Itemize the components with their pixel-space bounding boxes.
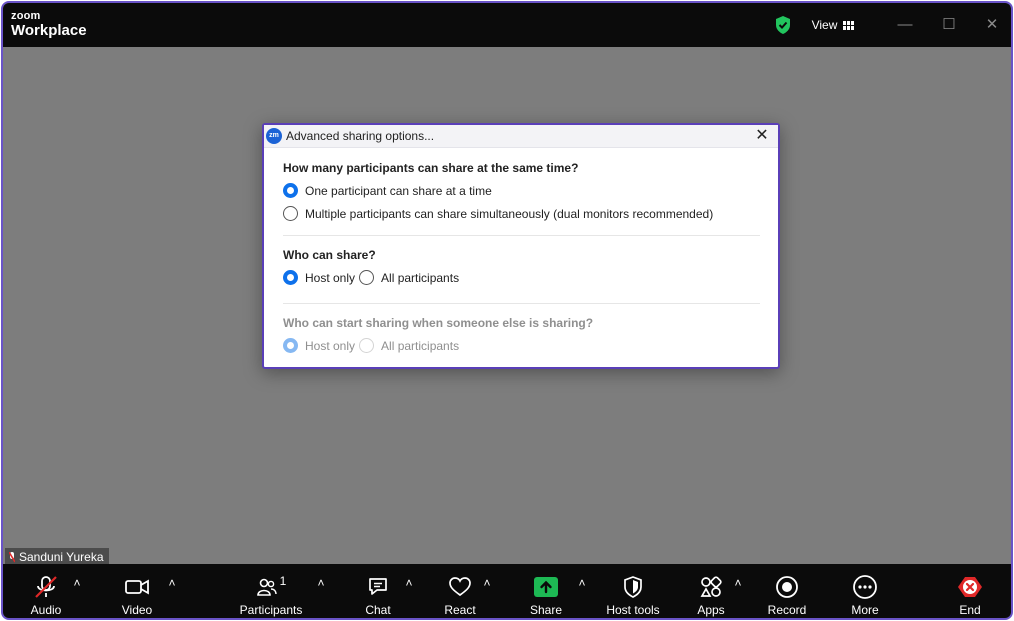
radio-all-participants[interactable] bbox=[359, 270, 375, 285]
icon-wrap bbox=[775, 572, 799, 602]
option-multiple-participants[interactable]: Multiple participants can share simultan… bbox=[283, 206, 760, 221]
option-label: One participant can share at a time bbox=[305, 183, 492, 198]
meeting-toolbar: Audio ˄ Video ˄ 1 Participants ˄ Chat ˄ … bbox=[3, 564, 1011, 618]
who-can-share-section: Who can share? Host only All participant… bbox=[283, 248, 760, 285]
heart-icon bbox=[449, 577, 471, 597]
title-bar: zoom Workplace View — ☐ ✕ bbox=[3, 3, 1011, 47]
icon-wrap bbox=[534, 572, 558, 602]
icon-wrap bbox=[366, 572, 390, 602]
share-screen-icon bbox=[534, 577, 558, 597]
apps-icon bbox=[700, 576, 722, 597]
radio-host-only-disabled bbox=[283, 338, 298, 353]
dialog-close-icon[interactable]: ✕ bbox=[752, 126, 772, 146]
audio-options-caret-icon[interactable]: ˄ bbox=[71, 576, 83, 590]
video-camera-icon bbox=[125, 579, 149, 595]
dialog-title: Advanced sharing options... bbox=[286, 129, 435, 143]
chat-button[interactable]: Chat bbox=[360, 564, 396, 618]
end-meeting-button[interactable]: End bbox=[953, 564, 987, 618]
host-shield-icon bbox=[624, 576, 642, 598]
share-options-caret-icon[interactable]: ˄ bbox=[576, 576, 588, 590]
view-label: View bbox=[811, 18, 838, 32]
option-label: Multiple participants can share simultan… bbox=[305, 206, 714, 221]
option-one-participant[interactable]: One participant can share at a time bbox=[283, 183, 760, 198]
more-button[interactable]: More bbox=[846, 564, 884, 618]
radio-unselected[interactable] bbox=[283, 206, 298, 221]
radio-all-participants-disabled bbox=[359, 338, 375, 353]
react-options-caret-icon[interactable]: ˄ bbox=[481, 576, 493, 590]
icon-wrap bbox=[448, 572, 472, 602]
video-options-caret-icon[interactable]: ˄ bbox=[166, 576, 178, 590]
advanced-sharing-dialog: zm Advanced sharing options... ✕ How man… bbox=[262, 123, 780, 369]
icon-wrap bbox=[852, 572, 878, 602]
share-button[interactable]: Share bbox=[528, 564, 564, 618]
host-tools-label: Host tools bbox=[606, 603, 660, 617]
audio-button[interactable]: Audio bbox=[25, 564, 67, 618]
window-close-icon[interactable]: ✕ bbox=[980, 13, 1004, 37]
participants-count: 1 bbox=[279, 574, 287, 588]
who-can-share-question: Who can share? bbox=[283, 248, 376, 262]
radio-selected[interactable] bbox=[283, 183, 298, 198]
participants-button[interactable]: 1 Participants bbox=[236, 564, 306, 618]
icon-wrap bbox=[699, 572, 723, 602]
apps-label: Apps bbox=[697, 603, 725, 617]
participants-icon bbox=[256, 578, 277, 596]
record-icon bbox=[776, 576, 798, 598]
zoom-app-icon: zm bbox=[266, 128, 282, 144]
host-tools-button[interactable]: Host tools bbox=[603, 564, 663, 618]
option-label[interactable]: Host only bbox=[305, 271, 355, 285]
apps-options-caret-icon[interactable]: ˄ bbox=[732, 576, 744, 590]
share-count-question: How many participants can share at the s… bbox=[283, 161, 579, 175]
zoom-window: zoom Workplace View — ☐ ✕ zm Advanced sh… bbox=[1, 1, 1013, 620]
share-count-section: How many participants can share at the s… bbox=[283, 161, 760, 221]
more-ellipsis-icon bbox=[853, 575, 877, 599]
muted-mic-icon bbox=[9, 551, 15, 562]
more-label: More bbox=[851, 603, 879, 617]
end-label: End bbox=[959, 603, 981, 617]
start-sharing-options: Host only All participants bbox=[283, 338, 760, 353]
icon-wrap bbox=[33, 572, 59, 602]
start-sharing-section: Who can start sharing when someone else … bbox=[283, 316, 760, 353]
record-button[interactable]: Record bbox=[765, 564, 809, 618]
chat-bubble-icon bbox=[369, 578, 387, 595]
icon-wrap: 1 bbox=[256, 572, 287, 602]
react-button[interactable]: React bbox=[442, 564, 478, 618]
icon-wrap bbox=[124, 572, 150, 602]
record-label: Record bbox=[767, 603, 807, 617]
gallery-grid-icon bbox=[843, 20, 855, 30]
start-sharing-question: Who can start sharing when someone else … bbox=[283, 316, 594, 330]
share-label: Share bbox=[529, 603, 563, 617]
muted-microphone-icon bbox=[35, 576, 57, 598]
option-label: Host only bbox=[305, 338, 356, 353]
option-label: All participants bbox=[381, 338, 460, 353]
who-can-share-options: Host only All participants bbox=[283, 270, 760, 285]
brand-small-text: zoom bbox=[11, 10, 41, 22]
video-button[interactable]: Video bbox=[116, 564, 158, 618]
option-label[interactable]: All participants bbox=[381, 271, 459, 285]
radio-host-only[interactable] bbox=[283, 270, 298, 285]
icon-wrap bbox=[957, 572, 983, 602]
end-x-icon bbox=[958, 577, 982, 597]
video-label: Video bbox=[121, 603, 153, 617]
view-button[interactable]: View bbox=[803, 12, 863, 38]
divider bbox=[283, 235, 760, 236]
icon-wrap bbox=[622, 572, 644, 602]
zoom-workplace-logo: zoom Workplace bbox=[11, 10, 87, 39]
chat-label: Chat bbox=[365, 603, 391, 617]
apps-button[interactable]: Apps bbox=[693, 564, 729, 618]
minimize-icon[interactable]: — bbox=[893, 13, 917, 37]
participants-label: Participants bbox=[239, 603, 303, 617]
chat-options-caret-icon[interactable]: ˄ bbox=[403, 576, 415, 590]
security-shield-icon[interactable] bbox=[775, 15, 791, 35]
dialog-title-bar: zm Advanced sharing options... ✕ bbox=[264, 125, 778, 148]
brand-name: Workplace bbox=[11, 22, 87, 39]
participants-options-caret-icon[interactable]: ˄ bbox=[315, 576, 327, 590]
maximize-icon[interactable]: ☐ bbox=[937, 13, 961, 37]
divider bbox=[283, 303, 760, 304]
react-label: React bbox=[444, 603, 476, 617]
audio-label: Audio bbox=[30, 603, 62, 617]
